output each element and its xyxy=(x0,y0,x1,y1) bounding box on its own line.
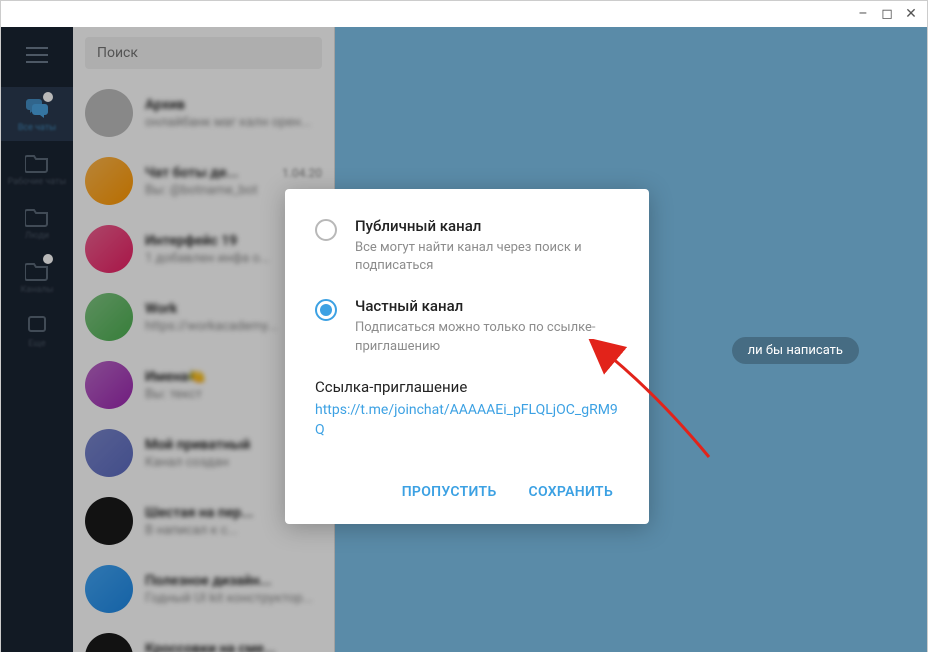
chat-preview: онлайбанк маг калн орен... xyxy=(145,115,322,130)
avatar xyxy=(85,293,133,341)
invite-link[interactable]: https://t.me/joinchat/AAAAAEi_pFLQLjOC_g… xyxy=(315,400,619,441)
rail-label: Еще xyxy=(28,339,45,349)
channel-type-dialog: Публичный канал Все могут найти канал че… xyxy=(285,189,649,524)
chats-icon xyxy=(23,96,51,120)
radio-description: Все могут найти канал через поиск и подп… xyxy=(355,239,619,275)
avatar xyxy=(85,633,133,652)
rail-item-channels[interactable]: Каналы xyxy=(1,249,73,303)
chat-item[interactable]: Архив онлайбанк маг калн орен... xyxy=(73,79,334,147)
menu-button[interactable] xyxy=(26,39,48,87)
rail-label: Люди xyxy=(25,231,49,241)
rail-label: Рабочие чаты xyxy=(8,177,67,187)
folder-icon xyxy=(23,150,51,174)
unread-badge xyxy=(43,254,53,264)
side-rail: Все чаты Рабочие чаты Люди Каналы xyxy=(1,27,73,652)
radio-title: Частный канал xyxy=(355,297,619,315)
search-input[interactable] xyxy=(85,37,322,69)
invite-link-label: Ссылка-приглашение xyxy=(315,378,619,396)
chat-title: Кроссовки на сме... xyxy=(145,641,276,652)
chat-item[interactable]: Кроссовки на сме...Adidas Advantage Blue… xyxy=(73,623,334,652)
chat-title: Имена🍋 xyxy=(145,369,206,385)
rail-item-all-chats[interactable]: Все чаты xyxy=(1,87,73,141)
empty-state-hint: ли бы написать xyxy=(732,337,859,364)
avatar xyxy=(85,89,133,137)
radio-private-channel[interactable]: Частный канал Подписаться можно только п… xyxy=(315,297,619,355)
folder-icon xyxy=(23,204,51,228)
rail-label: Все чаты xyxy=(18,123,56,133)
avatar xyxy=(85,225,133,273)
window-close-button[interactable]: ✕ xyxy=(903,6,919,22)
chat-preview: В написал к с... xyxy=(145,523,322,538)
avatar xyxy=(85,361,133,409)
chat-title: Архив xyxy=(145,97,185,113)
rail-item-work-chats[interactable]: Рабочие чаты xyxy=(1,141,73,195)
window-maximize-button[interactable]: ◻ xyxy=(879,6,895,22)
avatar xyxy=(85,565,133,613)
titlebar: – ◻ ✕ xyxy=(1,1,927,27)
chat-title: Интерфейс 19 xyxy=(145,233,237,249)
folder-icon xyxy=(23,258,51,282)
rail-item-more[interactable]: Еще xyxy=(1,303,73,357)
unread-badge xyxy=(43,92,53,102)
rail-label: Каналы xyxy=(21,285,54,295)
chat-item[interactable]: Полезное дизайн... Годный UI kit конструк… xyxy=(73,555,334,623)
chat-title: Мой приватный xyxy=(145,437,250,453)
chat-preview: Годный UI kit конструктор... xyxy=(145,591,322,606)
window-minimize-button[interactable]: – xyxy=(855,6,871,22)
avatar xyxy=(85,157,133,205)
skip-button[interactable]: ПРОПУСТИТЬ xyxy=(400,478,499,506)
chat-title: Work xyxy=(145,301,177,317)
avatar xyxy=(85,497,133,545)
radio-title: Публичный канал xyxy=(355,217,619,235)
chat-title: Полезное дизайн... xyxy=(145,573,272,589)
save-button[interactable]: СОХРАНИТЬ xyxy=(527,478,615,506)
radio-icon xyxy=(315,299,337,321)
more-icon xyxy=(23,312,51,336)
radio-public-channel[interactable]: Публичный канал Все могут найти канал че… xyxy=(315,217,619,275)
chat-title: Чат боты де... xyxy=(145,165,238,181)
chat-date: 1.04.20 xyxy=(282,166,322,180)
chat-title: Шестая на пер... xyxy=(145,505,253,521)
avatar xyxy=(85,429,133,477)
radio-icon xyxy=(315,219,337,241)
radio-description: Подписаться можно только по ссылке-пригл… xyxy=(355,319,619,355)
hamburger-icon xyxy=(26,47,48,63)
rail-item-people[interactable]: Люди xyxy=(1,195,73,249)
